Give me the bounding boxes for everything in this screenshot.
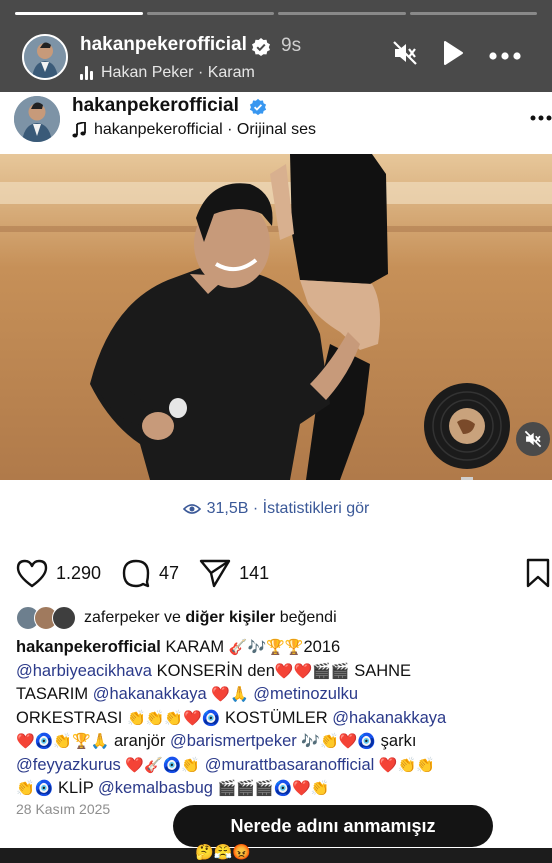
- more-icon[interactable]: [488, 48, 522, 66]
- story-time: 9s: [281, 35, 302, 56]
- mention-link[interactable]: @hakanakkaya: [332, 709, 446, 727]
- caption-text: 2016: [303, 638, 341, 656]
- caption-emoji: ❤️🧿👏🏆🙏: [16, 733, 110, 750]
- caption-username[interactable]: hakanpekerofficial: [16, 638, 161, 656]
- mention-link[interactable]: @metinozulku: [253, 685, 358, 703]
- liked-by-user[interactable]: zaferpeker: [84, 609, 160, 627]
- views-label: 31,5B · İstatistikleri gör: [206, 500, 370, 517]
- mention-link[interactable]: @feyyazkurus: [16, 756, 121, 774]
- caption-text: ORKESTRASI: [16, 708, 123, 727]
- verified-badge-icon: [249, 98, 267, 121]
- text-sticker: Nerede adını anmamışız: [173, 805, 493, 847]
- carousel-indicator: [461, 477, 473, 480]
- post-actions: 1.290 47 141: [16, 558, 289, 588]
- story-music-label: Hakan Peker · Karam: [101, 64, 255, 81]
- post-date: 28 Kasım 2025: [16, 801, 111, 817]
- caption-text: TASARIM: [16, 685, 89, 703]
- caption-emoji: ❤️❤️🎬🎬: [274, 662, 350, 680]
- post-audio[interactable]: hakanpekerofficial · Orijinal ses: [72, 121, 316, 139]
- eye-icon: [182, 504, 201, 514]
- mention-link[interactable]: @barismertpeker: [170, 732, 297, 750]
- like-button[interactable]: 1.290: [16, 558, 101, 588]
- story-music[interactable]: Hakan Peker · Karam: [80, 64, 255, 82]
- caption-emoji: ❤️🎸🧿👏: [125, 756, 201, 774]
- heart-icon: [16, 559, 48, 588]
- post-avatar[interactable]: [14, 96, 60, 142]
- caption-text: KLİP: [57, 779, 94, 797]
- progress-segment: [146, 12, 274, 15]
- caption-emoji: 🎸🎶🏆🏆: [228, 639, 304, 656]
- story-progress: [15, 12, 537, 15]
- view-insights-link[interactable]: 31,5B · İstatistikleri gör: [0, 500, 552, 518]
- caption-text: KOSTÜMLER: [224, 708, 328, 727]
- speaker-muted-icon[interactable]: [516, 422, 550, 456]
- liked-by-others[interactable]: diğer kişiler: [185, 609, 275, 627]
- progress-segment: [409, 12, 537, 15]
- caption-emoji: 🎬🎬🎬🧿❤️👏: [217, 780, 330, 797]
- caption-text: KONSERİN den: [156, 661, 275, 680]
- liker-avatars: [16, 606, 76, 630]
- comment-icon: [122, 559, 150, 588]
- like-count: 1.290: [56, 562, 102, 583]
- speaker-muted-icon[interactable]: [392, 40, 418, 71]
- music-note-icon: [72, 122, 86, 138]
- liked-by[interactable]: zaferpeker ve diğer kişiler beğendi: [16, 606, 337, 630]
- send-icon: [199, 559, 231, 588]
- mention-link[interactable]: @harbiyeacikhava: [16, 662, 152, 680]
- mention-link[interactable]: @murattbasaranofficial: [205, 756, 375, 774]
- story-username[interactable]: hakanpekerofficial: [80, 34, 247, 56]
- caption-emoji: ❤️🙏: [211, 686, 249, 703]
- caption-emoji: ❤️👏👏: [378, 756, 435, 774]
- share-button[interactable]: 141: [199, 558, 269, 588]
- caption-text: şarkı: [380, 732, 417, 750]
- caption-text: aranjör: [113, 732, 166, 750]
- mention-link[interactable]: @hakanakkaya: [93, 685, 207, 703]
- comment-button[interactable]: 47: [121, 558, 179, 588]
- sticker-emojis: 🤔😤😡: [195, 844, 252, 861]
- story-avatar[interactable]: [22, 34, 68, 80]
- caption-emoji: 🎶👏❤️🧿: [301, 733, 377, 750]
- caption-emoji: 👏👏👏❤️🧿: [126, 709, 221, 727]
- progress-segment: [15, 12, 143, 15]
- post-caption: hakanpekerofficial KARAM 🎸🎶🏆🏆2016 @harbi…: [16, 636, 546, 801]
- liked-by-suffix: beğendi: [279, 609, 337, 626]
- sticker-text: Nerede adını anmamışız: [230, 815, 436, 836]
- caption-text: SAHNE: [354, 661, 412, 680]
- mention-link[interactable]: @kemalbasbug: [98, 779, 213, 797]
- post-audio-label: hakanpekerofficial · Orijinal ses: [94, 121, 317, 138]
- liked-by-joiner: ve: [164, 609, 181, 626]
- story-footer: [0, 848, 552, 863]
- comment-count: 47: [159, 562, 180, 583]
- verified-badge-icon: [251, 37, 271, 62]
- caption-emoji: 👏🧿: [16, 780, 54, 797]
- post-more-icon[interactable]: [530, 108, 552, 126]
- share-count: 141: [239, 562, 270, 583]
- caption-text: KARAM: [165, 638, 225, 656]
- bookmark-icon[interactable]: [526, 558, 550, 593]
- play-icon[interactable]: [442, 40, 464, 71]
- post-username[interactable]: hakanpekerofficial: [72, 95, 239, 117]
- progress-segment: [278, 12, 406, 15]
- music-bars-icon: [80, 66, 93, 80]
- music-disc-icon[interactable]: [423, 382, 511, 470]
